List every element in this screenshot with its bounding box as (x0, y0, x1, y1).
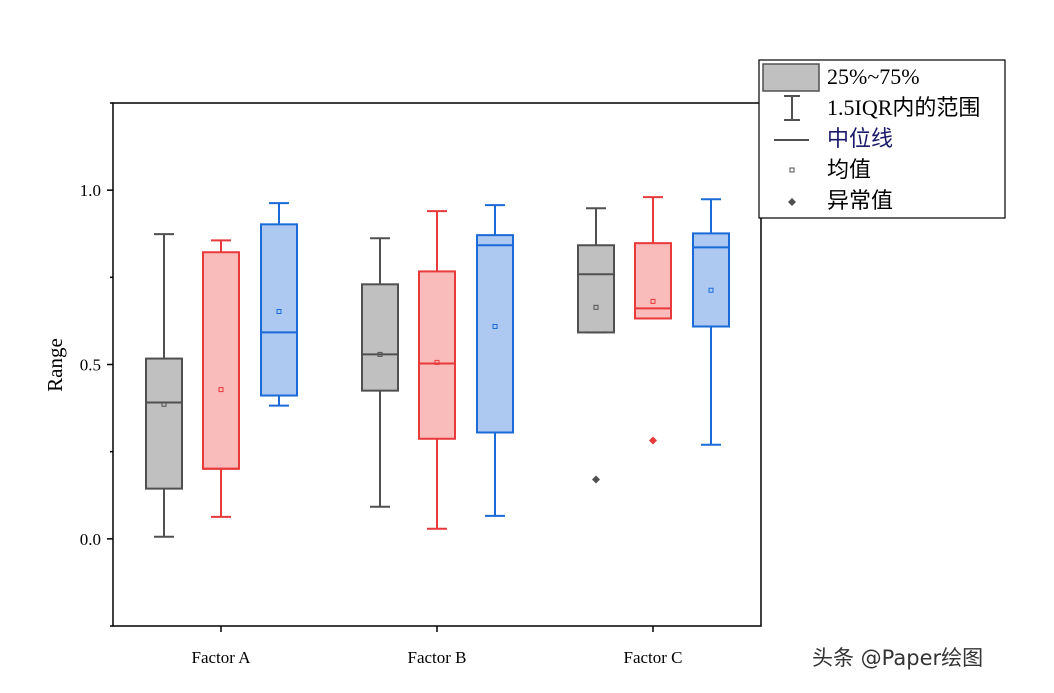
watermark: 头条 @Paper绘图 (812, 646, 984, 670)
y-tick-label: 0.0 (80, 530, 101, 549)
legend-label: 1.5IQR内的范围 (827, 95, 980, 120)
legend-swatch-box (762, 63, 820, 92)
box-iqr (418, 270, 456, 440)
legend-label: 均值 (827, 157, 871, 182)
y-axis-label: Range (43, 338, 67, 392)
box-iqr (634, 242, 672, 320)
outlier-marker (649, 436, 657, 445)
x-tick-label: Factor B (407, 648, 466, 667)
box-iqr (145, 357, 183, 490)
x-tick-label: Factor C (623, 648, 682, 667)
legend-label: 中位线 (827, 126, 893, 151)
x-tick-label: Factor A (191, 648, 251, 667)
outlier-marker (592, 475, 600, 484)
box-plot-chart: 0.0 0.5 1.0 Range Factor A Factor B Factor C 25… (43, 59, 1006, 667)
legend-label: 异常值 (827, 188, 893, 213)
box-iqr (577, 244, 615, 334)
legend-label: 25%~75% (827, 64, 920, 89)
box-iqr (476, 234, 514, 434)
y-tick-label: 0.5 (80, 356, 101, 375)
y-tick-label: 1.0 (80, 181, 101, 200)
box-iqr (202, 251, 240, 470)
box-iqr (361, 283, 399, 392)
